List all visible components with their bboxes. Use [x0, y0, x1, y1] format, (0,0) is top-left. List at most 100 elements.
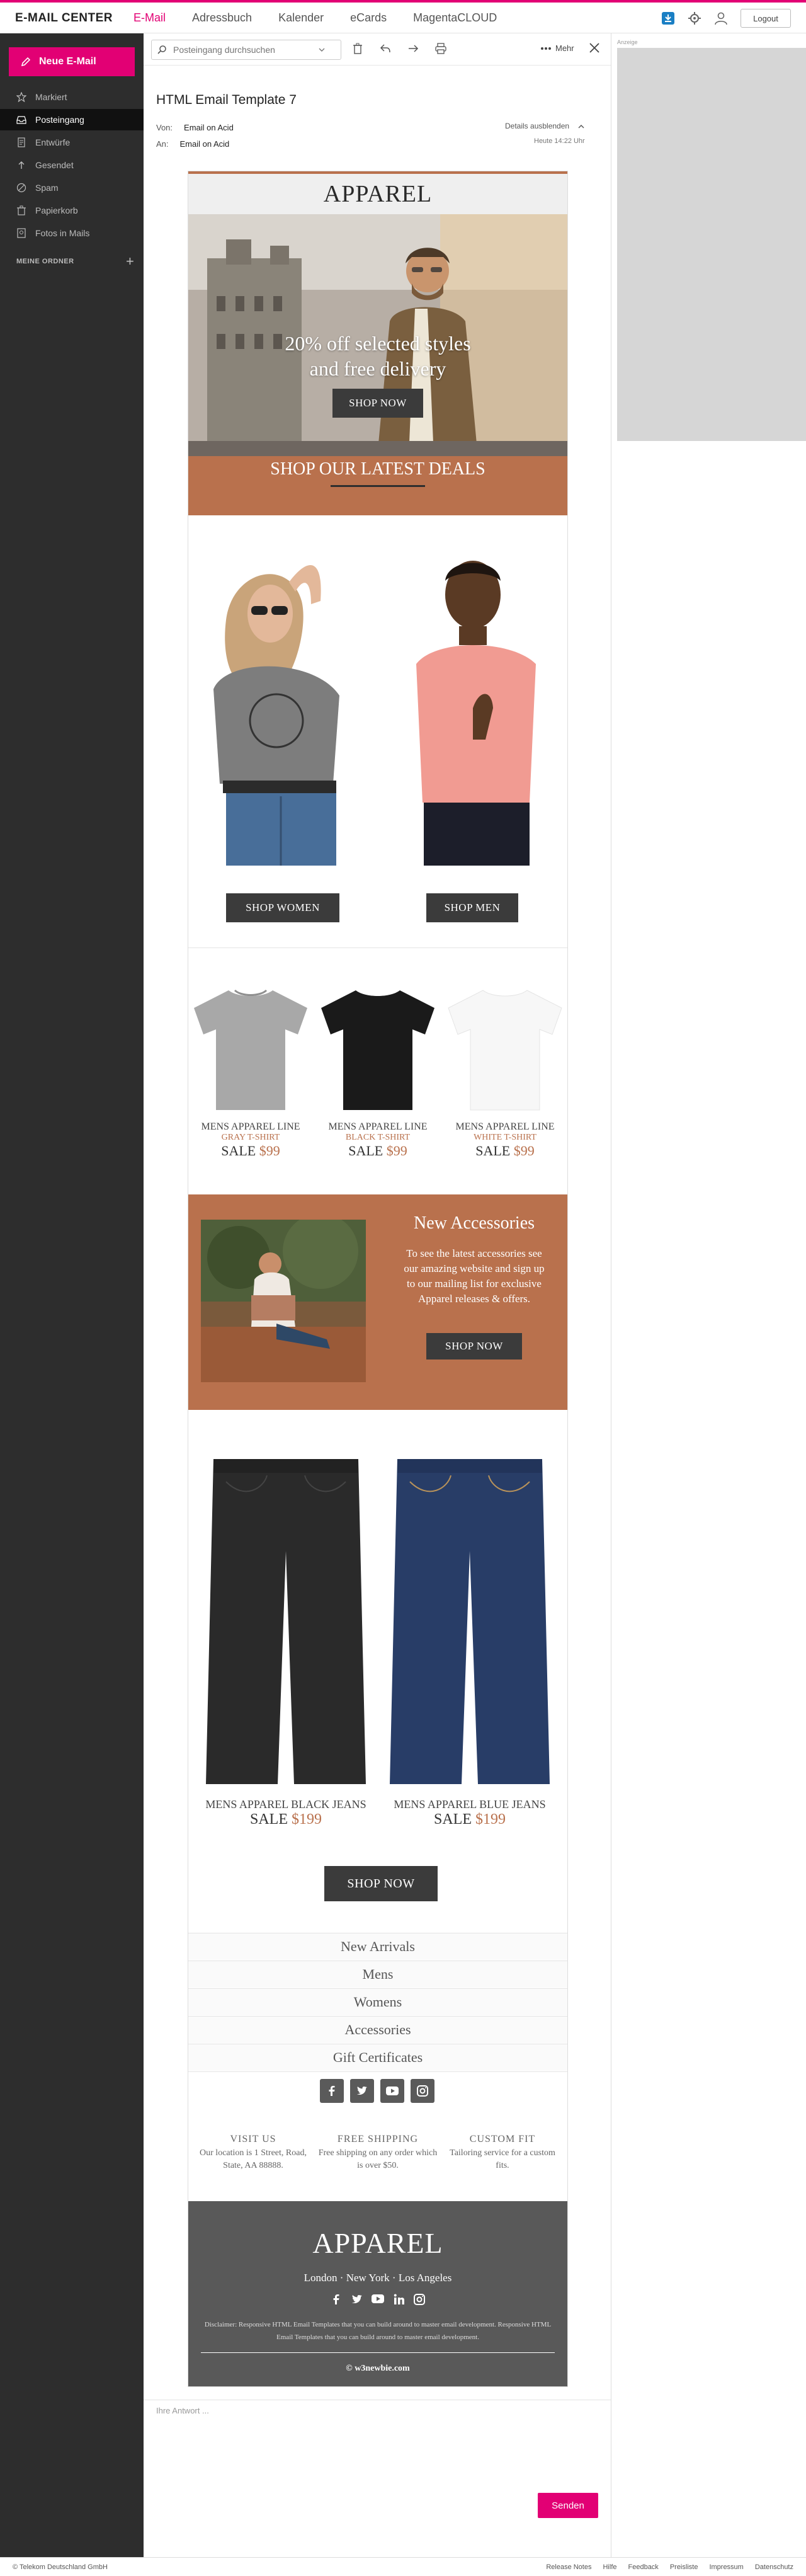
reply-textarea[interactable]: Ihre Antwort ... — [156, 2406, 209, 2415]
info-text: Free shipping on any order which is over… — [318, 2148, 438, 2170]
shop-women-button[interactable]: SHOP WOMEN — [226, 893, 339, 922]
sidebar-item-spam[interactable]: Spam — [0, 177, 144, 198]
menu-link-mens[interactable]: Mens — [188, 1961, 567, 1988]
sale-label: SALE — [434, 1811, 472, 1828]
notification-icon[interactable] — [661, 11, 675, 25]
sale-label: SALE — [475, 1143, 511, 1159]
sidebar-item-sent[interactable]: Gesendet — [0, 154, 144, 176]
pencil-icon — [21, 57, 31, 67]
to-recipient[interactable]: Email on Acid — [180, 139, 230, 149]
twitter-icon[interactable] — [350, 2079, 374, 2103]
info-free-shipping: FREE SHIPPING Free shipping on any order… — [318, 2133, 438, 2172]
info-title: VISIT US — [230, 2134, 276, 2144]
menu-link-gift-certificates[interactable]: Gift Certificates — [188, 2044, 567, 2071]
white-tshirt-image[interactable] — [445, 984, 565, 1111]
info-text: Our location is 1 Street, Road, State, A… — [200, 2148, 307, 2170]
delete-trash-icon[interactable] — [351, 42, 364, 55]
woman-model-photo[interactable] — [188, 532, 377, 866]
nav-calendar[interactable]: Kalender — [278, 11, 324, 25]
linkedin-icon[interactable] — [393, 2293, 406, 2306]
latest-deals-banner: SHOP OUR LATEST DEALS — [188, 456, 567, 515]
man-model-photo[interactable] — [378, 532, 567, 866]
youtube-icon[interactable] — [371, 2293, 385, 2304]
add-folder-plus-icon[interactable]: + — [126, 253, 134, 270]
price: $99 — [386, 1143, 407, 1159]
menu-link-accessories[interactable]: Accessories — [188, 2016, 567, 2043]
footer-link-privacy[interactable]: Datenschutz — [755, 2563, 793, 2571]
instagram-icon[interactable] — [411, 2079, 434, 2103]
hero-line-1: 20% off selected styles — [285, 332, 471, 355]
footer-copyright[interactable]: © w3newbie.com — [188, 2364, 567, 2374]
close-message-icon[interactable] — [587, 41, 601, 58]
black-jeans-image[interactable] — [201, 1457, 371, 1788]
footer-link-feedback[interactable]: Feedback — [628, 2563, 659, 2571]
youtube-icon[interactable] — [380, 2079, 404, 2103]
forward-icon[interactable] — [407, 42, 419, 55]
settings-gear-icon[interactable] — [688, 11, 701, 25]
price: $199 — [292, 1811, 322, 1828]
logout-button[interactable]: Logout — [741, 9, 791, 28]
email-logo: APPAREL — [188, 174, 567, 214]
jeans-shop-now-button[interactable]: SHOP NOW — [324, 1866, 438, 1901]
app-brand[interactable]: E-MAIL CENTER — [15, 11, 113, 25]
print-icon[interactable] — [434, 42, 447, 55]
blue-jeans-image[interactable] — [385, 1457, 555, 1788]
email-body: APPAREL 20% off selected styles and free… — [188, 171, 568, 2387]
nav-email[interactable]: E-Mail — [133, 11, 166, 25]
accessories-photo[interactable] — [201, 1220, 366, 1382]
section-divider — [188, 947, 567, 948]
from-sender[interactable]: Email on Acid — [184, 123, 234, 132]
jeans-name: MENS APPAREL BLUE JEANS — [394, 1798, 546, 1811]
star-icon — [16, 92, 26, 102]
nav-ecards[interactable]: eCards — [350, 11, 387, 25]
search-input[interactable] — [172, 44, 313, 55]
user-profile-icon[interactable] — [714, 11, 728, 25]
jeans-price-row: SALE $199 — [382, 1811, 558, 1828]
more-dots-icon — [541, 47, 551, 50]
accessories-shop-now-button[interactable]: SHOP NOW — [426, 1333, 522, 1360]
search-box[interactable] — [151, 40, 341, 60]
sidebar-item-label: Gesendet — [35, 160, 74, 170]
tshirt-caption-white: MENS APPAREL LINE WHITE T-SHIRT SALE $99 — [445, 1121, 565, 1159]
hide-details-toggle[interactable]: Details ausblenden — [505, 122, 585, 130]
tshirt-caption-black: MENS APPAREL LINE BLACK T-SHIRT SALE $99 — [318, 1121, 438, 1159]
hero-shop-now-button[interactable]: SHOP NOW — [332, 389, 423, 418]
twitter-icon[interactable] — [351, 2293, 363, 2306]
tshirt-line: MENS APPAREL LINE — [201, 1121, 300, 1132]
chevron-down-icon[interactable] — [318, 46, 326, 54]
nav-address-book[interactable]: Adressbuch — [192, 11, 252, 25]
latest-deals-title: SHOP OUR LATEST DEALS — [270, 459, 485, 479]
nav-magentacloud[interactable]: MagentaCLOUD — [413, 11, 497, 25]
sidebar-item-trash[interactable]: Papierkorb — [0, 200, 144, 221]
menu-link-new-arrivals[interactable]: New Arrivals — [188, 1933, 567, 1960]
sidebar-item-photos[interactable]: Fotos in Mails — [0, 222, 144, 244]
footer-link-imprint[interactable]: Impressum — [709, 2563, 743, 2571]
message-toolbar: Mehr — [144, 33, 611, 66]
footer-link-release-notes[interactable]: Release Notes — [546, 2563, 591, 2571]
black-tshirt-image[interactable] — [318, 984, 438, 1111]
instagram-icon[interactable] — [413, 2293, 426, 2306]
facebook-icon[interactable] — [330, 2293, 343, 2306]
footer-link-price-list[interactable]: Preisliste — [670, 2563, 698, 2571]
accessories-text: To see the latest accessories see our am… — [404, 1247, 545, 1305]
advertisement-area[interactable] — [617, 48, 806, 441]
sent-arrow-icon — [18, 161, 25, 169]
shop-men-button[interactable]: SHOP MEN — [426, 893, 518, 922]
menu-link-womens[interactable]: Womens — [188, 1988, 567, 2015]
details-label: Details ausblenden — [505, 122, 570, 130]
gray-tshirt-image[interactable] — [191, 984, 310, 1111]
new-email-button[interactable]: Neue E-Mail — [9, 47, 135, 76]
main-nav: E-Mail Adressbuch Kalender eCards Magent… — [133, 11, 497, 25]
more-menu-button[interactable]: Mehr — [540, 43, 574, 53]
sidebar-item-drafts[interactable]: Entwürfe — [0, 132, 144, 153]
footer-link-help[interactable]: Hilfe — [603, 2563, 616, 2571]
facebook-icon[interactable] — [320, 2079, 344, 2103]
hero-line-2: and free delivery — [309, 357, 446, 380]
reply-icon[interactable] — [379, 42, 392, 55]
sidebar-item-label: Papierkorb — [35, 205, 78, 215]
send-button[interactable]: Senden — [538, 2493, 598, 2518]
sidebar-item-inbox[interactable]: Posteingang — [0, 109, 144, 130]
sidebar-item-flagged[interactable]: Markiert — [0, 86, 144, 108]
photos-icon — [17, 228, 26, 238]
page-footer: © Telekom Deutschland GmbH Release Notes… — [0, 2557, 806, 2576]
